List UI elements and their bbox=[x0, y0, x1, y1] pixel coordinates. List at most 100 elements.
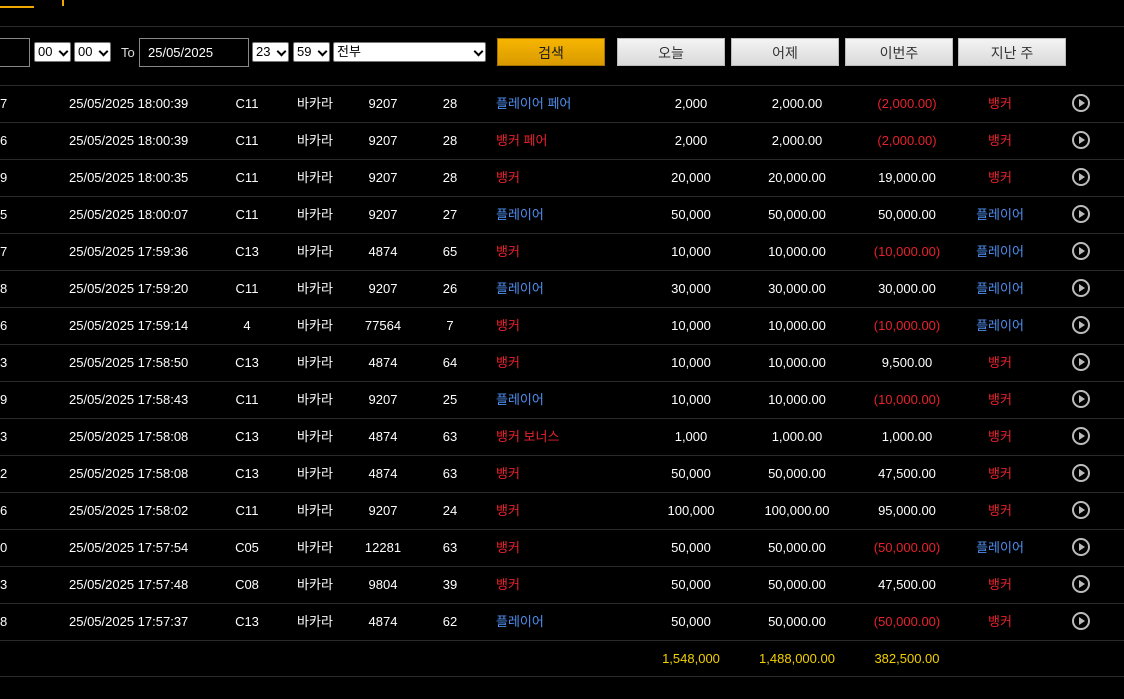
play-circle-icon[interactable] bbox=[1072, 464, 1090, 482]
play-circle-icon[interactable] bbox=[1072, 205, 1090, 223]
table-row: 8 25/05/2025 17:57:37 C13 바카라 4874 62 플레이어 50,0… bbox=[0, 604, 1124, 641]
total-valid-bet: 1,488,000.00 bbox=[759, 651, 835, 666]
table-code: C13 bbox=[235, 429, 259, 444]
win-loss: (50,000.00) bbox=[873, 614, 941, 629]
totals-row: 1,548,000 1,488,000.00 382,500.00 bbox=[0, 641, 1124, 677]
row-id: 6 bbox=[0, 318, 8, 333]
shoe-number: 27 bbox=[442, 207, 458, 222]
from-minute-select[interactable]: 00 bbox=[74, 42, 111, 62]
from-date-input[interactable] bbox=[0, 38, 30, 67]
to-hour-select[interactable]: 23 bbox=[252, 42, 289, 62]
valid-bet: 10,000.00 bbox=[768, 392, 826, 407]
win-loss: (10,000.00) bbox=[873, 392, 941, 407]
game-name: 바카라 bbox=[297, 355, 333, 370]
row-id: 7 bbox=[0, 96, 8, 111]
play-triangle-icon bbox=[1079, 321, 1085, 329]
bet-amount: 20,000 bbox=[671, 170, 711, 185]
play-triangle-icon bbox=[1079, 136, 1085, 144]
to-minute-value: 59 bbox=[297, 44, 312, 59]
last-week-button[interactable]: 지난 주 bbox=[958, 38, 1066, 66]
play-triangle-icon bbox=[1079, 99, 1085, 107]
bet-amount: 50,000 bbox=[671, 207, 711, 222]
search-button[interactable]: 검색 bbox=[497, 38, 605, 66]
this-week-button[interactable]: 이번주 bbox=[845, 38, 953, 66]
play-circle-icon[interactable] bbox=[1072, 501, 1090, 519]
game-result: 뱅커 bbox=[988, 429, 1012, 444]
win-loss: 19,000.00 bbox=[878, 170, 936, 185]
shoe-number: 28 bbox=[442, 170, 458, 185]
play-circle-icon[interactable] bbox=[1072, 94, 1090, 112]
win-loss: 50,000.00 bbox=[878, 207, 936, 222]
win-loss: (2,000.00) bbox=[877, 133, 937, 148]
bet-type: 뱅커 bbox=[496, 577, 520, 592]
bet-time: 25/05/2025 17:58:02 bbox=[69, 503, 189, 518]
play-triangle-icon bbox=[1079, 284, 1085, 292]
win-loss: 9,500.00 bbox=[881, 355, 933, 370]
win-loss: 47,500.00 bbox=[878, 466, 936, 481]
row-id: 7 bbox=[0, 244, 8, 259]
play-circle-icon[interactable] bbox=[1072, 427, 1090, 445]
bet-time: 25/05/2025 17:57:37 bbox=[69, 614, 189, 629]
play-triangle-icon bbox=[1079, 617, 1085, 625]
valid-bet: 50,000.00 bbox=[768, 577, 826, 592]
bet-time: 25/05/2025 17:58:08 bbox=[69, 429, 189, 444]
table-row: 2 25/05/2025 17:58:08 C13 바카라 4874 63 뱅커 50,000… bbox=[0, 456, 1124, 493]
bet-time: 25/05/2025 17:57:48 bbox=[69, 577, 189, 592]
table-row: 9 25/05/2025 18:00:35 C11 바카라 9207 28 뱅커 20,000… bbox=[0, 160, 1124, 197]
valid-bet: 2,000.00 bbox=[771, 96, 823, 111]
shoe-number: 62 bbox=[442, 614, 458, 629]
table-row: 6 25/05/2025 17:58:02 C11 바카라 9207 24 뱅커 100,00… bbox=[0, 493, 1124, 530]
play-circle-icon[interactable] bbox=[1072, 390, 1090, 408]
top-header-strip bbox=[0, 0, 1124, 27]
play-circle-icon[interactable] bbox=[1072, 575, 1090, 593]
play-circle-icon[interactable] bbox=[1072, 131, 1090, 149]
row-id: 0 bbox=[0, 540, 8, 555]
game-result: 뱅커 bbox=[988, 133, 1012, 148]
play-triangle-icon bbox=[1079, 432, 1085, 440]
today-button[interactable]: 오늘 bbox=[617, 38, 725, 66]
bet-amount: 50,000 bbox=[671, 577, 711, 592]
play-circle-icon[interactable] bbox=[1072, 279, 1090, 297]
round-number: 4874 bbox=[368, 466, 398, 481]
valid-bet: 50,000.00 bbox=[768, 466, 826, 481]
shoe-number: 24 bbox=[442, 503, 458, 518]
row-id: 9 bbox=[0, 392, 8, 407]
row-id: 5 bbox=[0, 207, 8, 222]
bet-time: 25/05/2025 17:59:20 bbox=[69, 281, 189, 296]
to-date-input[interactable]: 25/05/2025 bbox=[139, 38, 249, 67]
table-row: 0 25/05/2025 17:57:54 C05 바카라 12281 63 뱅커 50,00… bbox=[0, 530, 1124, 567]
play-circle-icon[interactable] bbox=[1072, 168, 1090, 186]
game-name: 바카라 bbox=[297, 577, 333, 592]
bet-amount: 1,000 bbox=[674, 429, 708, 444]
game-result: 플레이어 bbox=[976, 318, 1024, 333]
total-amount: 1,548,000 bbox=[662, 651, 720, 666]
play-circle-icon[interactable] bbox=[1072, 316, 1090, 334]
play-circle-icon[interactable] bbox=[1072, 538, 1090, 556]
win-loss: 30,000.00 bbox=[878, 281, 936, 296]
bet-type: 플레이어 bbox=[496, 392, 544, 407]
valid-bet: 50,000.00 bbox=[768, 207, 826, 222]
bet-amount: 10,000 bbox=[671, 392, 711, 407]
to-minute-select[interactable]: 59 bbox=[293, 42, 330, 62]
game-name: 바카라 bbox=[297, 281, 333, 296]
bet-type: 뱅커 bbox=[496, 170, 520, 185]
bet-type: 뱅커 bbox=[496, 503, 520, 518]
round-number: 9207 bbox=[368, 96, 398, 111]
chevron-down-icon bbox=[317, 46, 328, 57]
play-circle-icon[interactable] bbox=[1072, 242, 1090, 260]
game-result: 뱅커 bbox=[988, 466, 1012, 481]
yesterday-button[interactable]: 어제 bbox=[731, 38, 839, 66]
from-hour-select[interactable]: 00 bbox=[34, 42, 71, 62]
table-row: 7 25/05/2025 17:59:36 C13 바카라 4874 65 뱅커 10,000… bbox=[0, 234, 1124, 271]
win-loss: 1,000.00 bbox=[881, 429, 933, 444]
bet-time: 25/05/2025 17:59:36 bbox=[69, 244, 189, 259]
play-circle-icon[interactable] bbox=[1072, 353, 1090, 371]
table-code: C11 bbox=[235, 170, 259, 185]
game-name: 바카라 bbox=[297, 170, 333, 185]
bet-history-table: 7 25/05/2025 18:00:39 C11 바카라 9207 28 플레이어 페어 2… bbox=[0, 86, 1124, 641]
bet-time: 25/05/2025 18:00:39 bbox=[69, 96, 189, 111]
shoe-number: 26 bbox=[442, 281, 458, 296]
play-circle-icon[interactable] bbox=[1072, 612, 1090, 630]
game-type-select[interactable]: 전부 bbox=[333, 42, 486, 62]
table-code: C05 bbox=[235, 540, 259, 555]
